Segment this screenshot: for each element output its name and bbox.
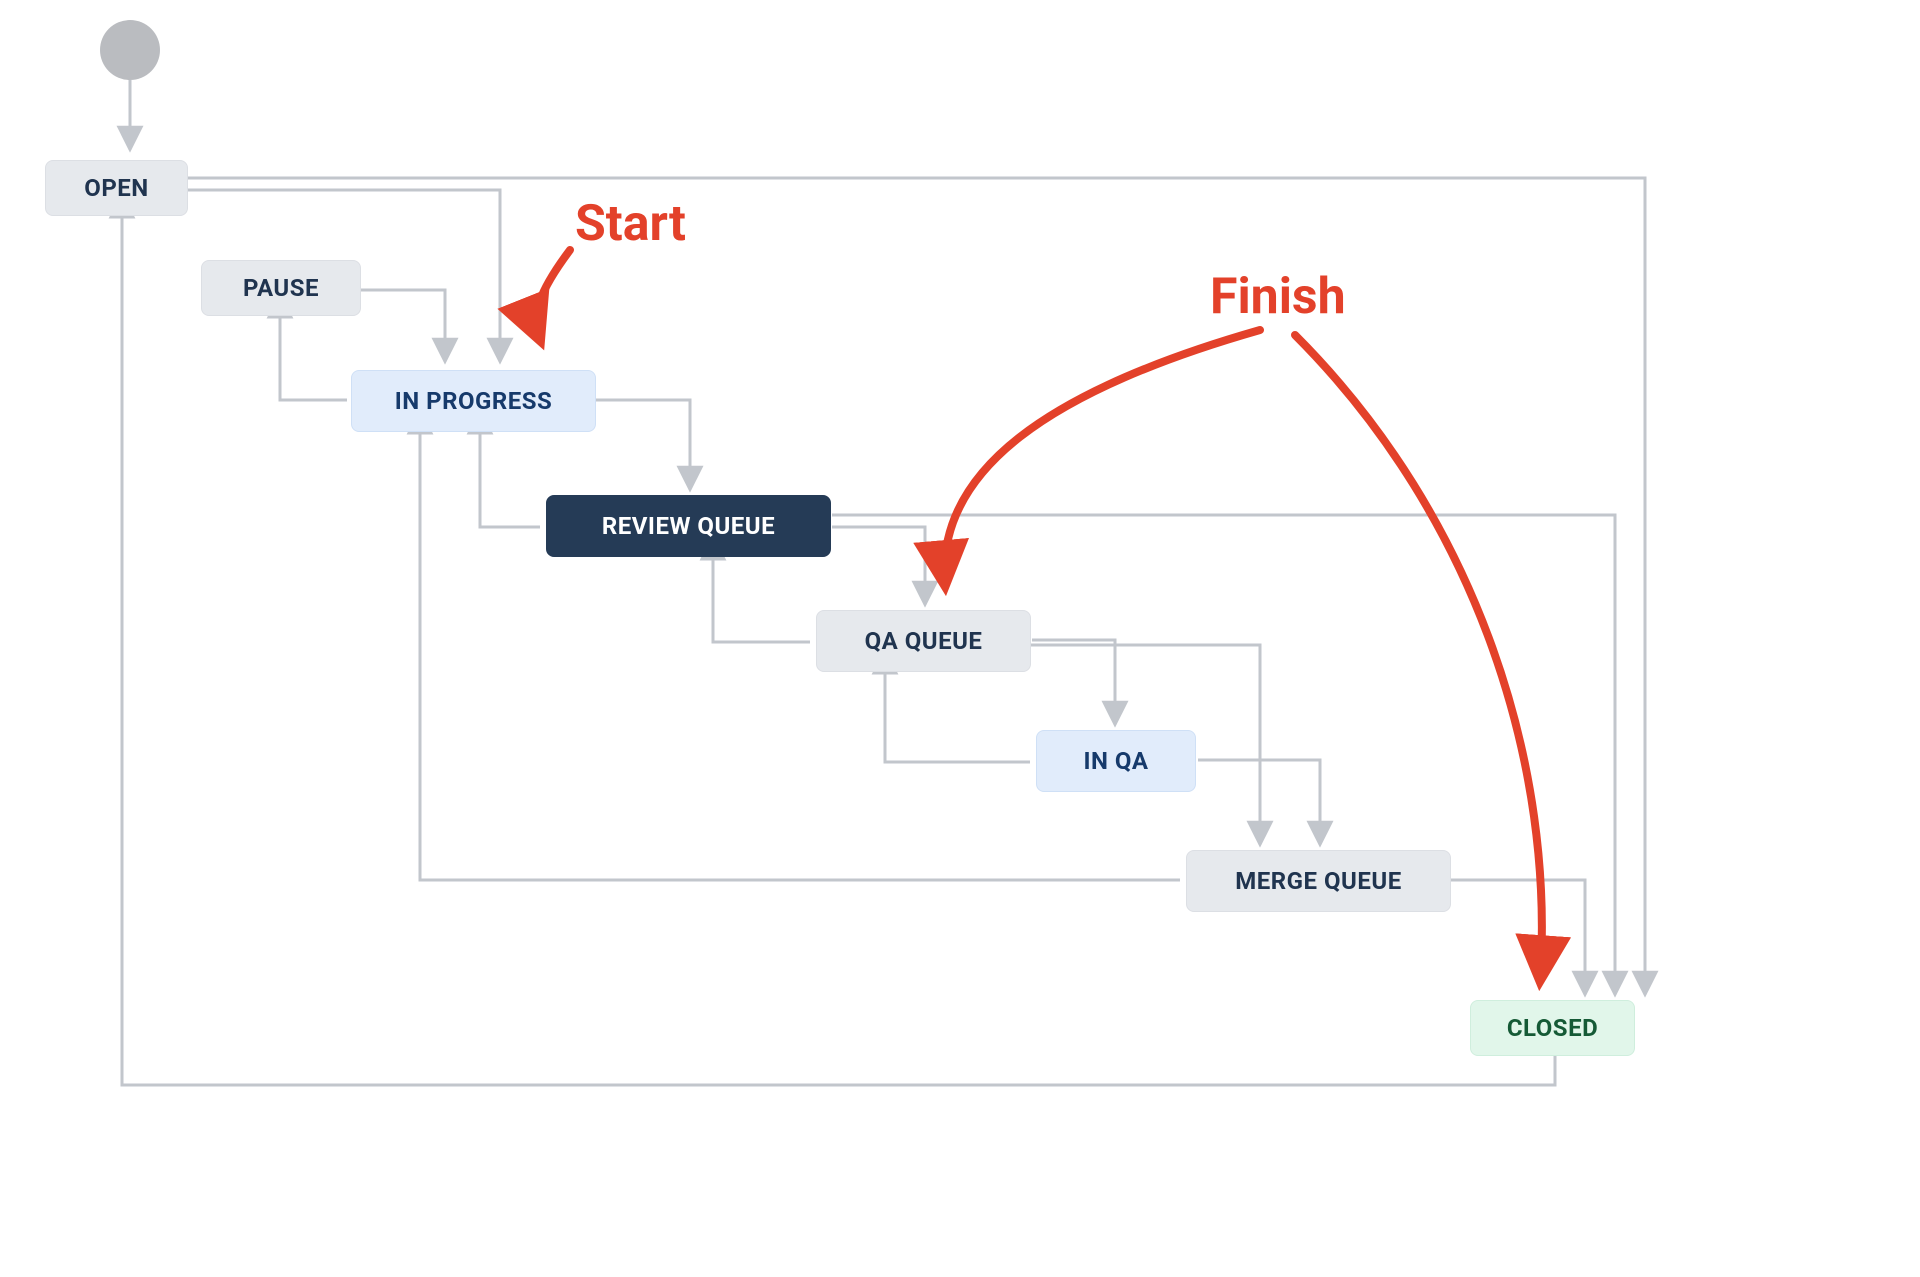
state-merge-queue: MERGE QUEUE (1186, 850, 1451, 912)
transition-edge (480, 432, 540, 527)
state-closed: CLOSED (1470, 1000, 1635, 1056)
state-pause: PAUSE (201, 260, 361, 316)
state-label: IN PROGRESS (395, 387, 553, 415)
initial-state-dot (100, 20, 160, 80)
transition-edge (1198, 760, 1320, 845)
state-label: OPEN (84, 174, 148, 202)
transition-edge (361, 290, 445, 362)
transition-edge (280, 316, 347, 400)
state-label: REVIEW QUEUE (602, 512, 775, 540)
transition-edge (1032, 640, 1115, 725)
transition-edge (713, 558, 810, 642)
state-label: QA QUEUE (865, 627, 983, 655)
state-in-qa: IN QA (1036, 730, 1196, 792)
state-review-queue: REVIEW QUEUE (546, 495, 831, 557)
transition-edge (832, 527, 925, 605)
state-open: OPEN (45, 160, 188, 216)
transition-edge (1451, 880, 1585, 995)
state-qa-queue: QA QUEUE (816, 610, 1031, 672)
transition-edge (596, 400, 690, 490)
state-label: IN QA (1083, 747, 1148, 775)
state-in-progress: IN PROGRESS (351, 370, 596, 432)
annotation-arrow (536, 250, 570, 340)
state-label: PAUSE (243, 274, 319, 302)
workflow-diagram: OPEN PAUSE IN PROGRESS REVIEW QUEUE QA Q… (0, 0, 1920, 1277)
state-label: MERGE QUEUE (1235, 867, 1401, 895)
annotation-arrow (944, 330, 1260, 585)
annotation-start: Start (575, 195, 686, 253)
state-label: CLOSED (1507, 1014, 1598, 1042)
annotation-finish: Finish (1210, 268, 1346, 326)
transition-edge (832, 515, 1615, 995)
transition-edge (885, 672, 1030, 762)
